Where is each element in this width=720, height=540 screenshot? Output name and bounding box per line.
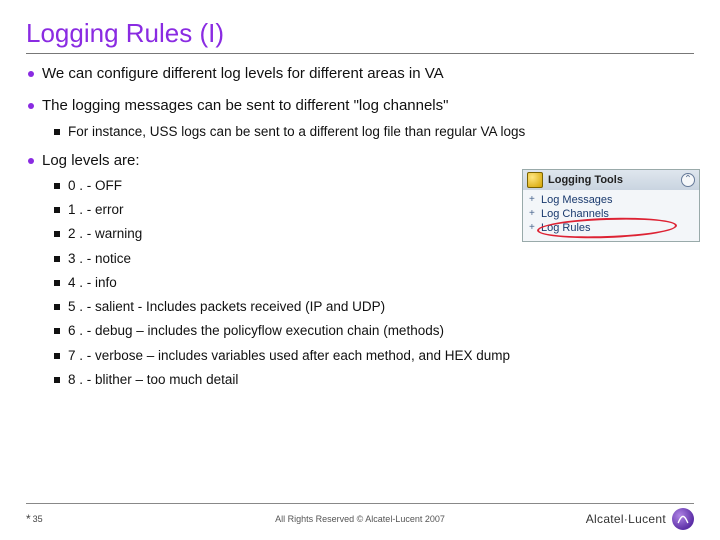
bullet-dot-icon: [28, 71, 34, 77]
bullet-square-icon: [54, 328, 60, 334]
bullet-dot-icon: [28, 158, 34, 164]
bullet-square-icon: [54, 353, 60, 359]
bullet-square-icon: [54, 377, 60, 383]
bullet-square-icon: [54, 280, 60, 286]
bullet-1: We can configure different log levels fo…: [42, 64, 444, 84]
level-0: 0 . - OFF: [68, 177, 122, 195]
panel-item-log-messages[interactable]: Log Messages: [533, 193, 693, 207]
bullet-square-icon: [54, 231, 60, 237]
brand-name: Alcatel·Lucent: [586, 512, 666, 526]
panel-item-log-channels[interactable]: Log Channels: [533, 207, 693, 221]
panel-header: Logging Tools: [548, 174, 623, 186]
bullet-square-icon: [54, 256, 60, 262]
collapse-icon[interactable]: ⌃: [681, 173, 695, 187]
level-8: 8 . - blither – too much detail: [68, 371, 238, 389]
page-number: 35: [33, 514, 43, 524]
bullet-square-icon: [54, 207, 60, 213]
footnote-star-icon: *: [26, 512, 31, 526]
level-6: 6 . - debug – includes the policyflow ex…: [68, 322, 444, 340]
level-7: 7 . - verbose – includes variables used …: [68, 347, 510, 365]
bullet-square-icon: [54, 129, 60, 135]
brand-logo-icon: [672, 508, 694, 530]
bullet-2: The logging messages can be sent to diff…: [42, 96, 448, 116]
level-3: 3 . - notice: [68, 250, 131, 268]
toolbox-icon: [527, 172, 543, 188]
level-5: 5 . - salient - Includes packets receive…: [68, 298, 385, 316]
slide-footer: * 35 All Rights Reserved © Alcatel-Lucen…: [26, 503, 694, 530]
level-4: 4 . - info: [68, 274, 117, 292]
copyright-text: All Rights Reserved © Alcatel-Lucent 200…: [275, 514, 445, 524]
bullet-square-icon: [54, 304, 60, 310]
bullet-3: Log levels are:: [42, 151, 140, 171]
level-1: 1 . - error: [68, 201, 124, 219]
bullet-square-icon: [54, 183, 60, 189]
panel-item-log-rules[interactable]: Log Rules: [533, 221, 693, 235]
bullet-dot-icon: [28, 103, 34, 109]
logging-tools-panel: Logging Tools ⌃ Log Messages Log Channel…: [522, 169, 700, 242]
level-2: 2 . - warning: [68, 225, 142, 243]
slide-title: Logging Rules (I): [26, 18, 694, 54]
bullet-2-sub: For instance, USS logs can be sent to a …: [68, 123, 525, 141]
